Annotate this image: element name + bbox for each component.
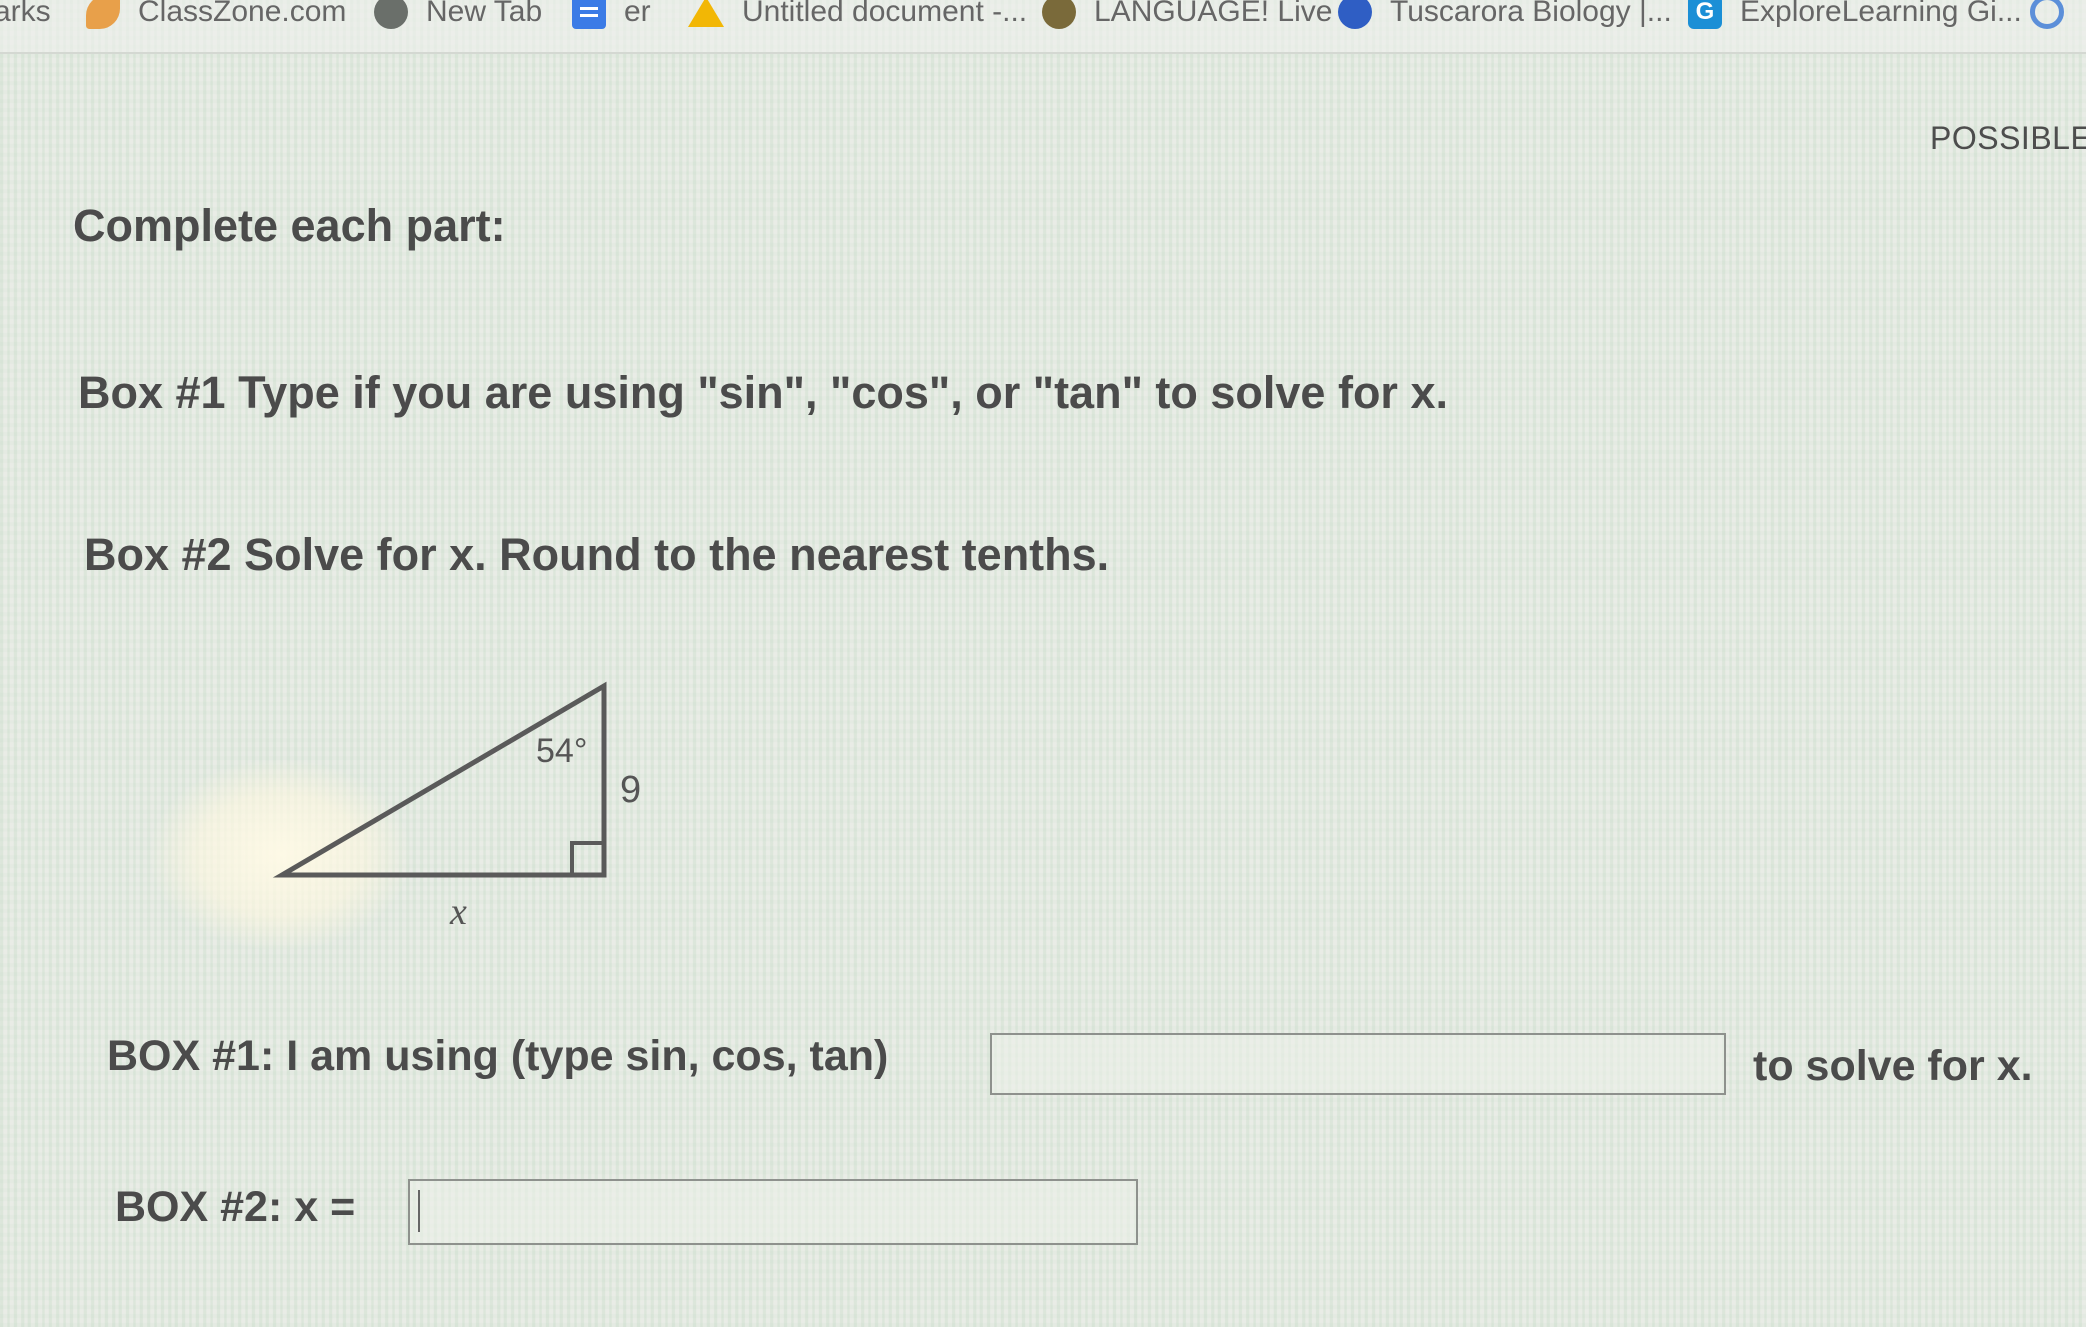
bookmark-label: arks (0, 0, 51, 28)
side-label: 9 (620, 769, 641, 811)
bookmark-label: New Tab (426, 0, 543, 28)
box1-answer-input[interactable] (990, 1033, 1726, 1095)
base-label: x (449, 891, 467, 933)
bookmark-item-explorelearning[interactable]: G ExploreLearning Gi... (1688, 0, 2022, 32)
bookmark-item-untitled-document[interactable]: Untitled document -... (688, 0, 1027, 32)
bookmark-item-er[interactable]: er (572, 0, 651, 32)
bookmark-label: ExploreLearning Gi... (1740, 0, 2022, 28)
instruction-box2: Box #2 Solve for x. Round to the nearest… (84, 529, 1110, 580)
bookmark-item-language-live[interactable]: LANGUAGE! Live (1042, 0, 1332, 32)
box2-prompt: BOX #2: x = (115, 1183, 356, 1231)
globe-icon (374, 0, 408, 29)
quizlet-icon (1338, 0, 1372, 29)
bookmark-label: Untitled document -... (742, 0, 1028, 28)
leaf-icon (86, 0, 120, 29)
text-caret (418, 1190, 420, 1232)
box1-prompt: BOX #1: I am using (type sin, cos, tan) (107, 1032, 889, 1080)
bookmark-label: LANGUAGE! Live (1094, 0, 1333, 28)
right-triangle-diagram: 54° 9 x (272, 681, 641, 933)
angle-label: 54° (536, 732, 587, 770)
s-logo-icon (2030, 0, 2064, 29)
bookmark-item-classzone[interactable]: ClassZone.com (86, 0, 346, 32)
bookmark-label: er (624, 0, 651, 28)
explorelearning-icon: G (1688, 0, 1722, 29)
instruction-box1: Box #1 Type if you are using "sin", "cos… (78, 367, 1448, 418)
docs-icon (572, 0, 606, 29)
bookmark-item-s[interactable] (2030, 0, 2082, 32)
bookmark-item-bookmarks[interactable]: arks (0, 0, 51, 32)
bookmark-item-tuscarora-biology[interactable]: Tuscarora Biology |... (1338, 0, 1672, 32)
box1-suffix: to solve for x. (1753, 1042, 2033, 1090)
language-live-icon (1042, 0, 1076, 29)
points-possible-label: POSSIBLE (1930, 120, 2086, 156)
triangle-outline (272, 681, 607, 878)
bookmarks-bar: arks ClassZone.com New Tab er Untitled d… (0, 0, 2086, 54)
instructions-heading: Complete each part: (73, 200, 506, 251)
bookmark-label: Tuscarora Biology |... (1390, 0, 1672, 28)
bookmark-label: ClassZone.com (138, 0, 347, 28)
box2-answer-input[interactable] (408, 1179, 1138, 1245)
right-angle-marker (570, 841, 606, 877)
bookmark-item-new-tab[interactable]: New Tab (374, 0, 542, 32)
drive-icon (688, 0, 724, 27)
